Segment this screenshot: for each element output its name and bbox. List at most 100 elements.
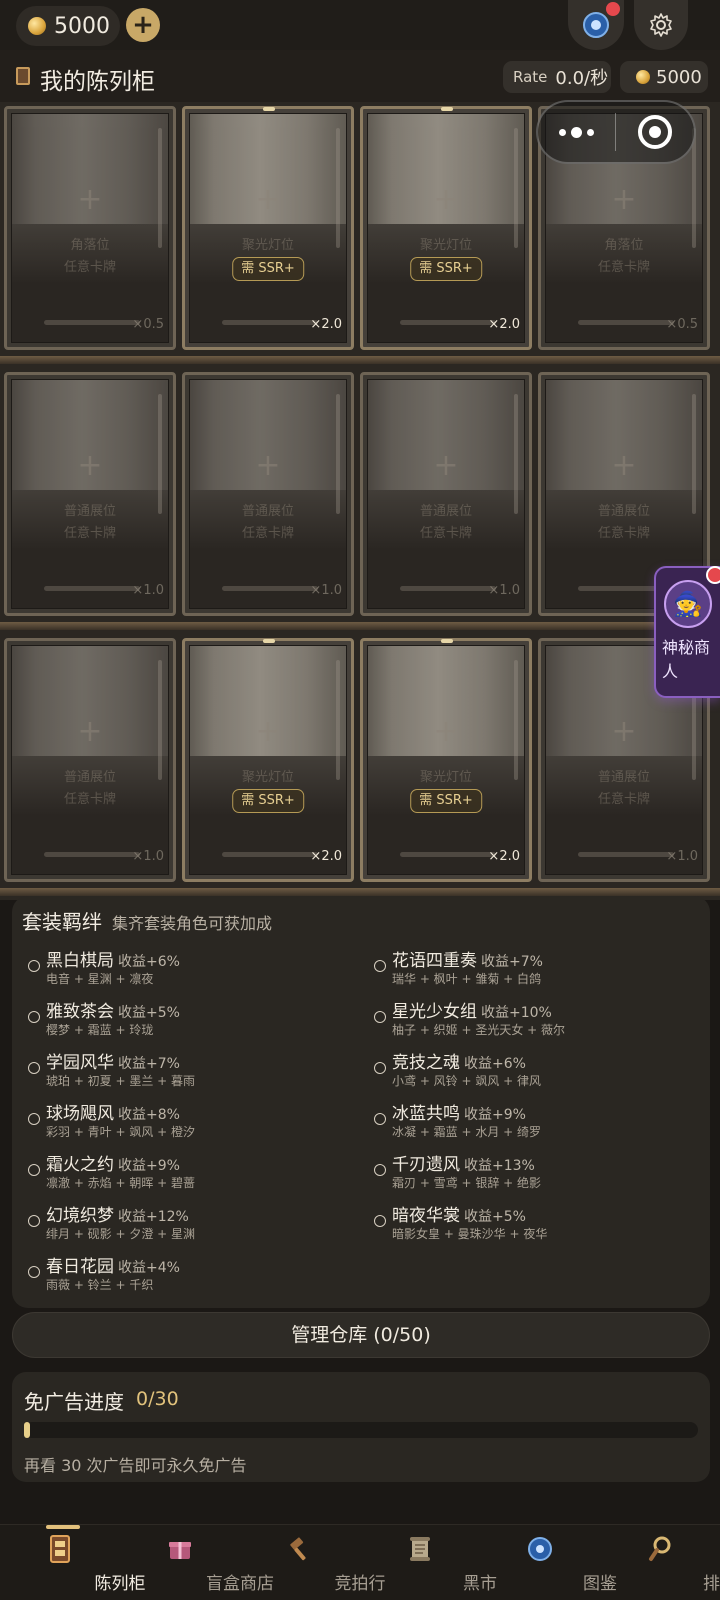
- radio-icon: [374, 1215, 386, 1227]
- sets-title: 套装羁绊: [22, 910, 102, 934]
- normal-slot[interactable]: + 普通展位任意卡牌 ×1.0: [4, 372, 176, 616]
- atlas-button[interactable]: [568, 0, 624, 50]
- progress-fill: [24, 1422, 30, 1438]
- corner-slot[interactable]: + 角落位任意卡牌 ×0.5: [4, 106, 176, 350]
- set-name: 千刃遗风: [392, 1155, 460, 1175]
- radio-icon: [28, 1062, 40, 1074]
- spotlight-slot[interactable]: + 聚光灯位需 SSR+ ×2.0: [360, 638, 532, 882]
- more-menu-button[interactable]: [538, 126, 615, 138]
- slot-hint-label: 任意卡牌: [597, 526, 650, 541]
- requirement-badge: 需 SSR+: [232, 789, 304, 813]
- set-item[interactable]: 雅致茶会 收益+5% 樱梦 + 霜蓝 + 玲珑: [12, 995, 342, 1041]
- add-card-icon: +: [255, 182, 281, 217]
- nav-item-4[interactable]: 图鉴: [480, 1525, 617, 1600]
- add-coins-button[interactable]: +: [126, 8, 160, 42]
- set-bonus: 收益+4%: [118, 1260, 180, 1276]
- set-item[interactable]: 黑白棋局 收益+6% 电音 + 星渊 + 凛夜: [12, 944, 342, 990]
- gavel-icon: [284, 1533, 316, 1565]
- multiplier-label: ×1.0: [488, 583, 520, 598]
- set-name: 暗夜华裳: [392, 1206, 460, 1226]
- rate-label: Rate: [513, 68, 548, 86]
- radio-icon: [28, 1164, 40, 1176]
- nav-item-0[interactable]: 陈列柜: [0, 1525, 146, 1600]
- spotlight-slot[interactable]: + 聚光灯位需 SSR+ ×2.0: [182, 106, 354, 350]
- set-members: 暗影女皇 + 曼珠沙华 + 夜华: [392, 1227, 548, 1241]
- slot-frame: + 普通展位任意卡牌 ×1.0: [11, 645, 169, 875]
- slot-type-label: 聚光灯位: [419, 238, 472, 253]
- gift-box-icon: [164, 1533, 196, 1565]
- top-bar: 5000 +: [0, 0, 720, 50]
- slot-hint-label: 任意卡牌: [597, 260, 650, 275]
- add-card-icon: +: [611, 182, 637, 217]
- set-item[interactable]: 千刃遗风 收益+13% 霜刃 + 雪鸢 + 银辞 + 绝影: [358, 1148, 688, 1194]
- set-members: 小鸢 + 风铃 + 飒风 + 律风: [392, 1074, 542, 1088]
- nav-label: 排行: [703, 1574, 720, 1594]
- set-bonus-panel: 套装羁绊 集齐套装角色可获加成 黑白棋局 收益+6% 电音 + 星渊 + 凛夜 花…: [12, 896, 710, 1308]
- set-name: 球场飓风: [46, 1104, 114, 1124]
- set-item[interactable]: 暗夜华裳 收益+5% 暗影女皇 + 曼珠沙华 + 夜华: [358, 1199, 688, 1245]
- nav-item-1[interactable]: 盲盒商店: [120, 1525, 274, 1600]
- set-item[interactable]: 幻境织梦 收益+12% 绯月 + 砚影 + 夕澄 + 星渊: [12, 1199, 342, 1245]
- notification-dot: [706, 566, 720, 584]
- slot-progress-track: [222, 586, 318, 591]
- add-card-icon: +: [255, 714, 281, 749]
- close-miniprogram-button[interactable]: [616, 115, 694, 149]
- mystery-merchant-button[interactable]: 🧙 神秘商人: [654, 566, 720, 698]
- slot-hint-label: 任意卡牌: [63, 792, 116, 807]
- add-card-icon: +: [77, 182, 103, 217]
- slot-frame: + 普通展位任意卡牌 ×1.0: [11, 379, 169, 609]
- nav-item-3[interactable]: 黑市: [360, 1525, 497, 1600]
- set-name: 冰蓝共鸣: [392, 1104, 460, 1124]
- set-item[interactable]: 竞技之魂 收益+6% 小鸢 + 风铃 + 飒风 + 律风: [358, 1046, 688, 1092]
- slot-type-label: 角落位: [604, 238, 644, 253]
- page-title: 我的陈列柜: [40, 69, 155, 95]
- set-item[interactable]: 冰蓝共鸣 收益+9% 冰凝 + 霜蓝 + 水月 + 绮罗: [358, 1097, 688, 1143]
- slot-type-label: 普通展位: [419, 504, 472, 519]
- normal-slot[interactable]: + 普通展位任意卡牌 ×1.0: [360, 372, 532, 616]
- cabinet-icon: [16, 67, 30, 85]
- multiplier-label: ×0.5: [132, 317, 164, 332]
- cabinet-icon: [44, 1533, 76, 1565]
- ad-free-title: 免广告进度: [24, 1390, 124, 1414]
- settings-button[interactable]: [634, 0, 688, 50]
- coin-icon: [636, 70, 650, 84]
- set-item[interactable]: 花语四重奏 收益+7% 瑞华 + 枫叶 + 雏菊 + 白鸽: [358, 944, 688, 990]
- radio-icon: [28, 1011, 40, 1023]
- spotlight-slot[interactable]: + 聚光灯位需 SSR+ ×2.0: [360, 106, 532, 350]
- nav-item-5[interactable]: 排行: [600, 1525, 720, 1600]
- set-bonus: 收益+10%: [481, 1005, 552, 1021]
- add-card-icon: +: [611, 714, 637, 749]
- slot-hint-label: 任意卡牌: [419, 526, 472, 541]
- slot-frame: + 普通展位任意卡牌 ×1.0: [367, 379, 525, 609]
- spotlight-lamp: [441, 107, 453, 111]
- add-card-icon: +: [77, 448, 103, 483]
- set-item[interactable]: 霜火之约 收益+9% 凛澈 + 赤焰 + 朝晖 + 碧蔷: [12, 1148, 342, 1194]
- spotlight-slot[interactable]: + 聚光灯位需 SSR+ ×2.0: [182, 638, 354, 882]
- atlas-icon: [583, 12, 609, 38]
- nav-item-2[interactable]: 竞拍行: [240, 1525, 386, 1600]
- manage-warehouse-button[interactable]: 管理仓库 (0/50): [12, 1312, 710, 1358]
- miniprogram-capsule: [536, 100, 696, 164]
- set-item[interactable]: 球场飓风 收益+8% 彩羽 + 青叶 + 飒风 + 橙汐: [12, 1097, 342, 1143]
- set-item[interactable]: 春日花园 收益+4% 雨薇 + 铃兰 + 千织: [12, 1250, 342, 1296]
- set-bonus: 收益+9%: [464, 1107, 526, 1123]
- set-item[interactable]: 星光少女组 收益+10% 柚子 + 织姬 + 圣光天女 + 薇尔: [358, 995, 688, 1041]
- spotlight-lamp: [263, 639, 275, 643]
- ad-free-note: 再看 30 次广告即可永久免广告: [24, 1456, 247, 1475]
- slot-progress-track: [44, 852, 140, 857]
- multiplier-label: ×1.0: [666, 849, 698, 864]
- normal-slot[interactable]: + 普通展位任意卡牌 ×1.0: [182, 372, 354, 616]
- set-item[interactable]: 学园风华 收益+7% 琥珀 + 初夏 + 墨兰 + 暮雨: [12, 1046, 342, 1092]
- slot-progress-track: [44, 320, 140, 325]
- set-bonus: 收益+6%: [118, 954, 180, 970]
- set-members: 绯月 + 砚影 + 夕澄 + 星渊: [46, 1227, 196, 1241]
- slot-frame: + 普通展位任意卡牌 ×1.0: [189, 379, 347, 609]
- slot-hint-label: 任意卡牌: [63, 260, 116, 275]
- merchant-label: 神秘商人: [662, 638, 711, 681]
- slot-type-label: 聚光灯位: [241, 770, 294, 785]
- slot-type-label: 角落位: [70, 238, 110, 253]
- normal-slot[interactable]: + 普通展位任意卡牌 ×1.0: [4, 638, 176, 882]
- rate-value: 0.0/秒: [555, 68, 609, 89]
- slot-type-label: 普通展位: [63, 504, 116, 519]
- multiplier-label: ×2.0: [488, 317, 520, 332]
